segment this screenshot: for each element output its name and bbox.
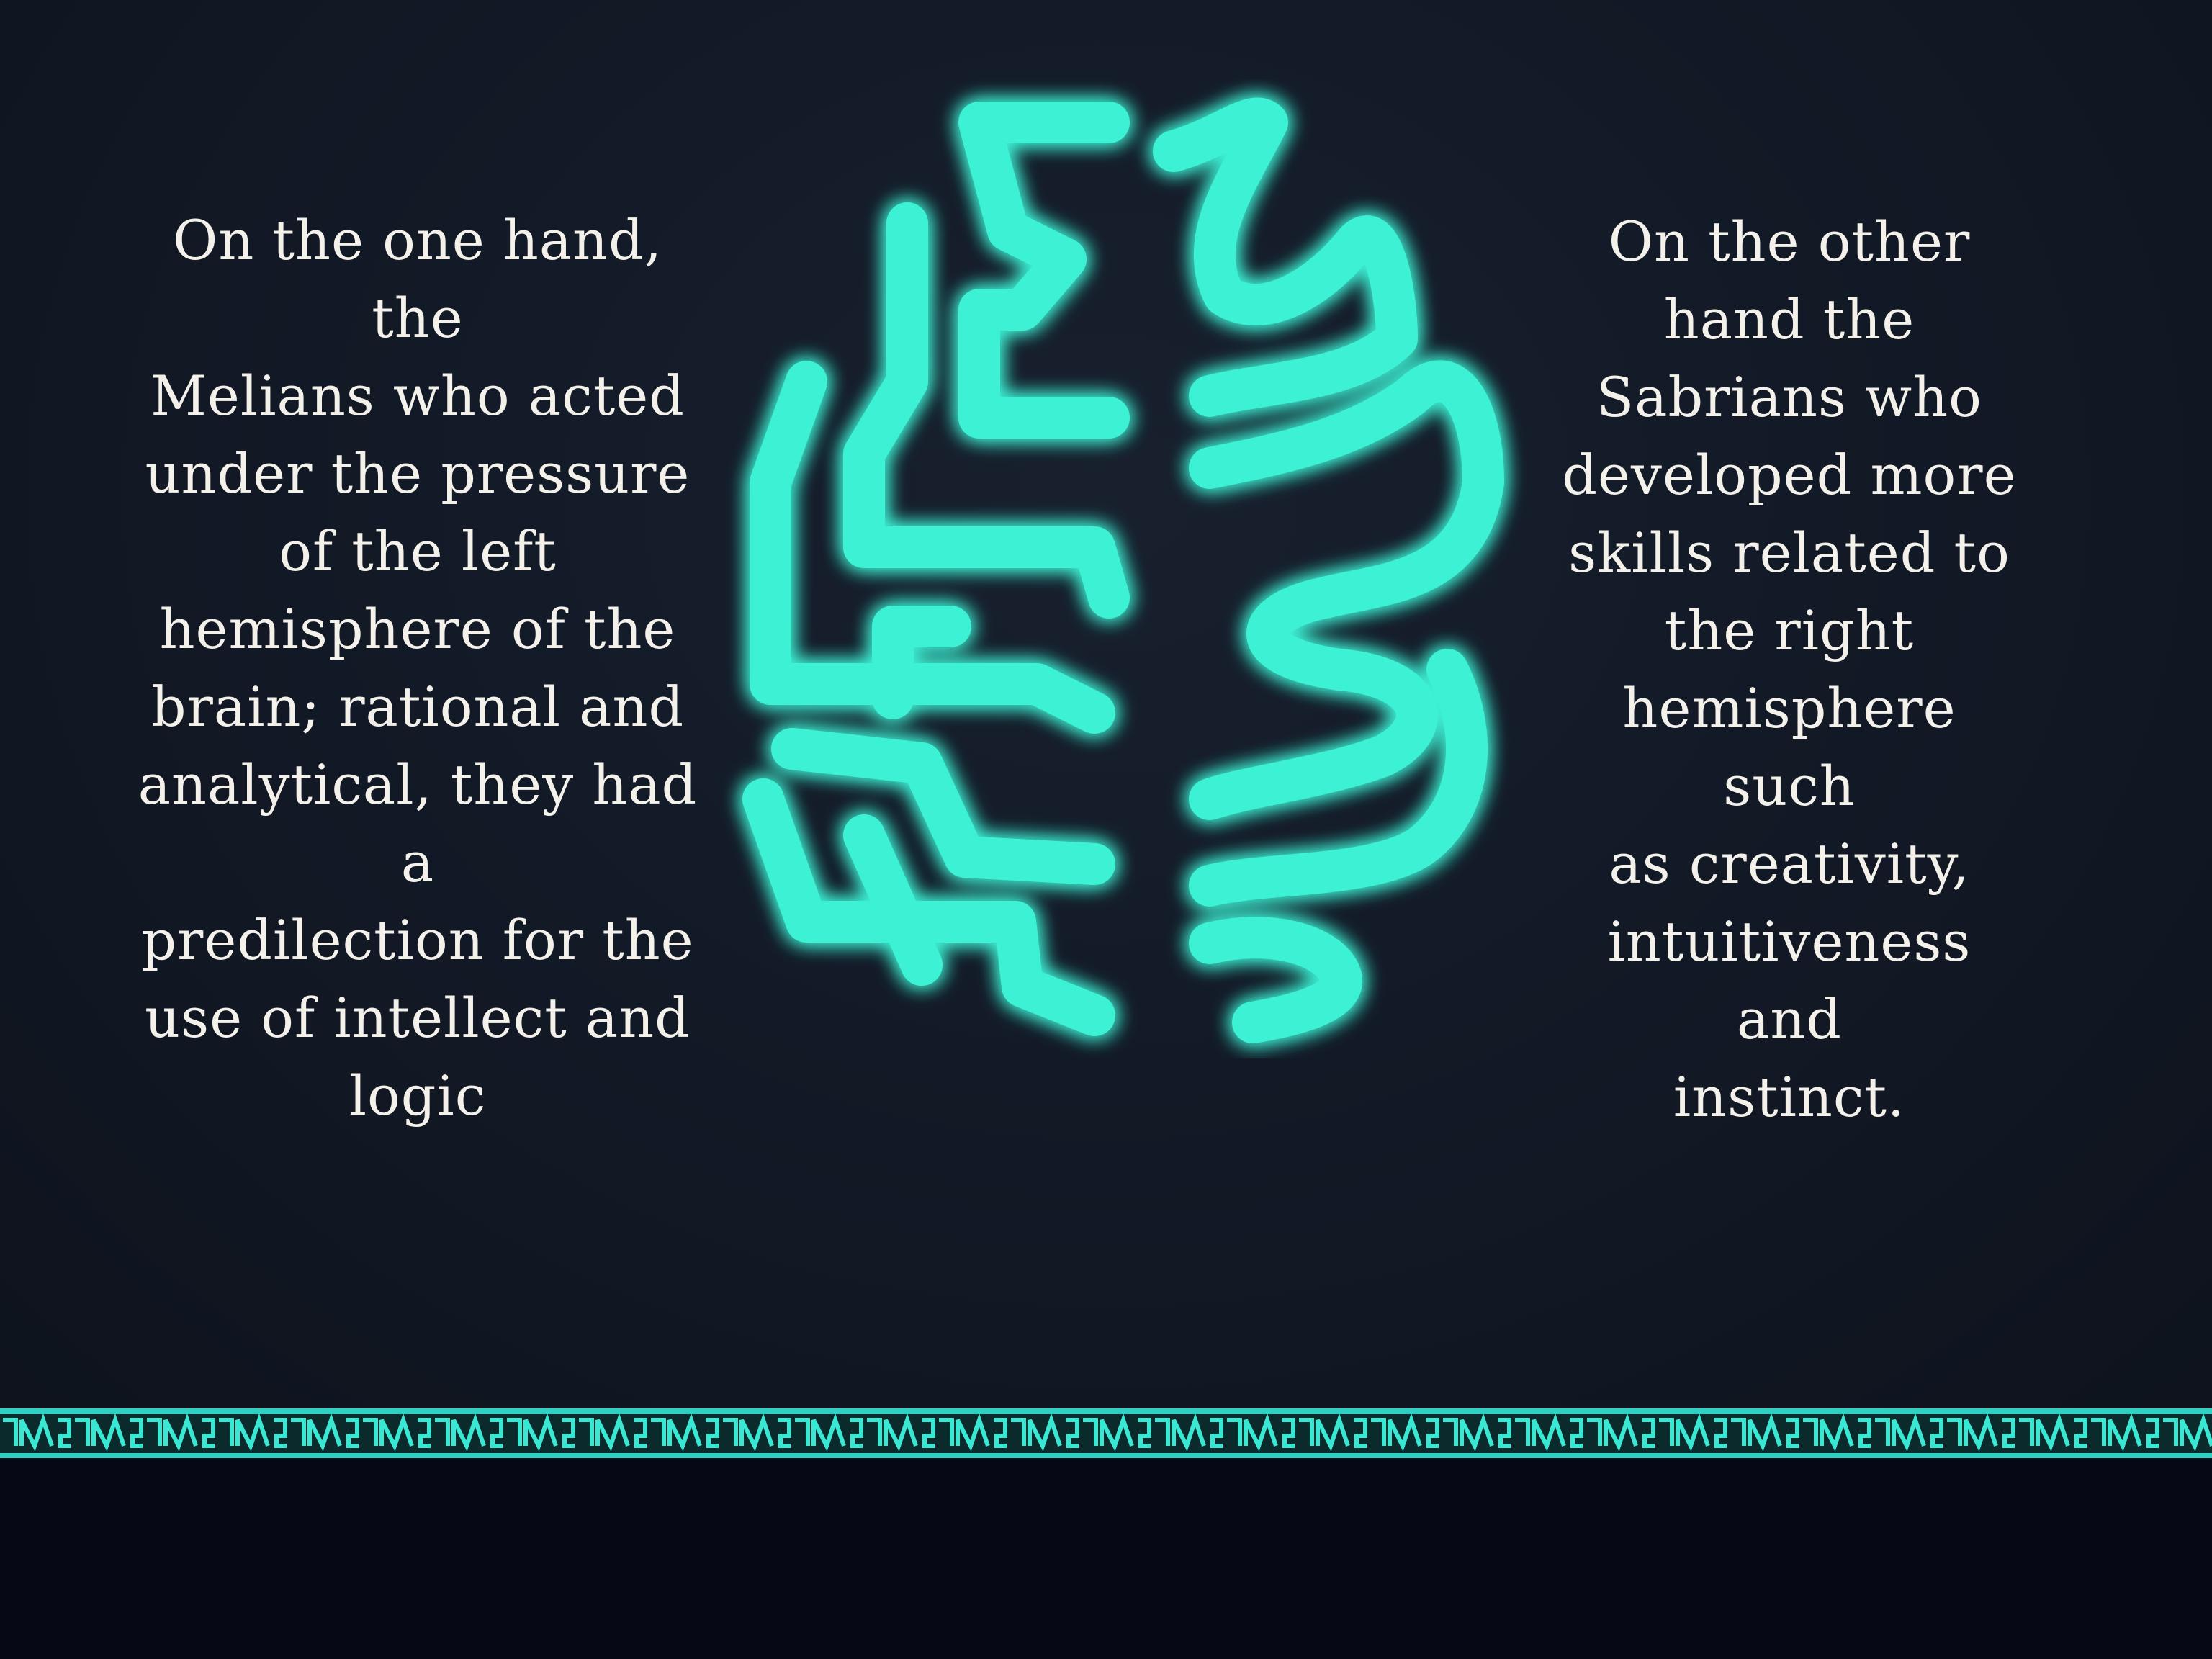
brain-left-fold-7 (843, 814, 943, 986)
footer-band (0, 1458, 2212, 1659)
greek-key-border (0, 1408, 2212, 1459)
right-paragraph: On the other hand the Sabrians who devel… (1562, 210, 2017, 1129)
left-paragraph: On the one hand, the Melians who acted u… (138, 208, 698, 1128)
brain-right-fold-top (1153, 97, 1418, 417)
glowing-brain-icon (742, 97, 1504, 1043)
brain-left-fold-5 (771, 728, 1115, 885)
brain-left-fold-top (958, 102, 1130, 439)
brain-right-fold-4 (1189, 917, 1362, 1043)
brain-right-fold-2 (1189, 360, 1504, 820)
